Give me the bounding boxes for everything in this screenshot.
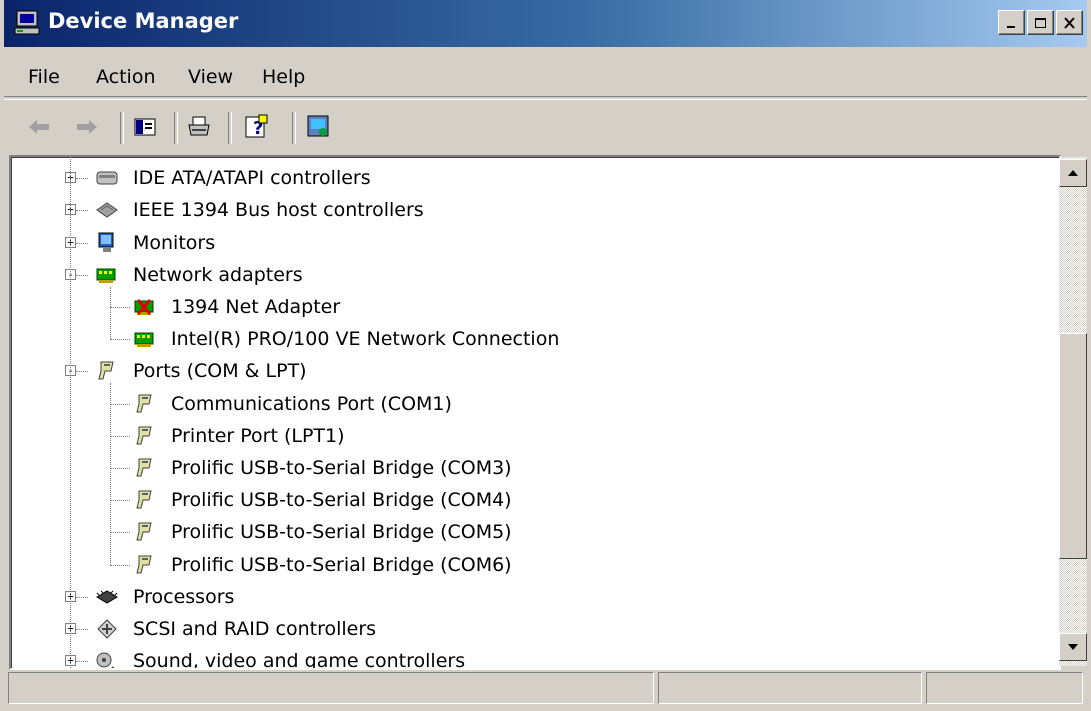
toolbar-separator (292, 112, 296, 144)
tree-item-label[interactable]: 1394 Net Adapter (171, 291, 340, 323)
close-button[interactable] (1056, 10, 1083, 35)
port-icon (136, 522, 152, 541)
forward-arrow-icon (77, 120, 97, 134)
tree-connector (110, 500, 130, 501)
maximize-button[interactable] (1027, 10, 1054, 35)
forward-button[interactable] (70, 110, 104, 144)
toolbar-separator (174, 112, 178, 144)
back-button[interactable] (22, 110, 56, 144)
minimize-button[interactable] (998, 10, 1025, 35)
tree-connector (110, 532, 130, 533)
tree-connector (110, 565, 130, 566)
tree-item-label[interactable]: Prolific USB-to-Serial Bridge (COM5) (171, 516, 512, 548)
tree-connector (110, 468, 130, 469)
print-icon (188, 116, 210, 136)
port-icon (136, 458, 152, 477)
tree-category[interactable] (11, 157, 1059, 189)
computer-icon (14, 10, 40, 35)
processor-icon (96, 590, 118, 604)
toolbar: ? (4, 99, 1087, 152)
menu-bar: File Action View Help (4, 56, 1087, 97)
tree-item-label[interactable]: IEEE 1394 Bus host controllers (133, 194, 424, 226)
vertical-scrollbar[interactable] (1059, 157, 1087, 666)
close-icon (1063, 16, 1075, 29)
tree-connector (76, 210, 88, 211)
device-tree[interactable]: + IDE ATA/ATAPI controllers + IEEE 1394 Bus… (9, 155, 1061, 670)
tree-connector (110, 383, 111, 565)
tree-item-label[interactable]: Ports (COM & LPT) (133, 355, 307, 387)
tree-connector (76, 243, 88, 244)
monitor-icon (98, 232, 114, 252)
tree-item-label[interactable]: Processors (133, 581, 234, 613)
port-icon (136, 394, 152, 413)
tree-item-label[interactable]: Communications Port (COM1) (171, 388, 452, 420)
up-arrow-icon (1068, 170, 1078, 176)
tree-item-label[interactable]: Prolific USB-to-Serial Bridge (COM6) (171, 549, 512, 581)
port-icon (136, 426, 152, 445)
scan-hardware-icon (307, 115, 329, 137)
tree-connector (76, 371, 88, 372)
menu-help[interactable]: Help (262, 66, 305, 88)
status-panel-2 (658, 672, 922, 704)
tree-item-label[interactable]: Sound, video and game controllers (133, 645, 465, 668)
tree-connector (70, 157, 71, 668)
sound-icon (96, 652, 115, 668)
scroll-thumb[interactable] (1059, 333, 1087, 559)
tree-item-label[interactable]: Network adapters (133, 259, 303, 291)
menu-file[interactable]: File (28, 66, 60, 88)
scroll-up-button[interactable] (1059, 159, 1087, 187)
ieee1394-icon (96, 202, 118, 218)
menu-action[interactable]: Action (96, 66, 156, 88)
port-icon (98, 361, 114, 380)
status-panel-1 (8, 672, 654, 704)
port-icon (136, 490, 152, 509)
tree-connector (110, 287, 111, 339)
scroll-down-button[interactable] (1059, 633, 1087, 661)
port-icon (136, 555, 152, 574)
title-bar[interactable]: Device Manager (4, 0, 1087, 47)
tree-item-label[interactable]: Monitors (133, 227, 215, 259)
maximize-icon (1034, 17, 1046, 28)
status-bar (4, 670, 1087, 707)
tree-item-label[interactable]: Prolific USB-to-Serial Bridge (COM4) (171, 484, 512, 516)
tree-item-label[interactable]: Prolific USB-to-Serial Bridge (COM3) (171, 452, 512, 484)
window-title: Device Manager (48, 9, 239, 33)
tree-item-label[interactable]: SCSI and RAID controllers (133, 613, 376, 645)
status-panel-3 (926, 672, 1083, 704)
scsi-icon (97, 619, 117, 639)
tree-connector (76, 275, 88, 276)
toolbar-separator (228, 112, 232, 144)
help-button[interactable]: ? (240, 110, 274, 144)
tree-item-label[interactable]: Printer Port (LPT1) (171, 420, 345, 452)
tree-connector (110, 307, 130, 308)
scan-hardware-button[interactable] (302, 110, 336, 144)
show-hide-console-tree-icon (134, 118, 156, 136)
tree-item-label[interactable]: Intel(R) PRO/100 VE Network Connection (171, 323, 559, 355)
network-adapter-disabled-icon (134, 299, 154, 315)
show-hide-tree-button[interactable] (128, 110, 162, 144)
tree-connector (110, 436, 130, 437)
down-arrow-icon (1068, 644, 1078, 650)
toolbar-separator (120, 112, 124, 144)
help-icon: ? (245, 114, 268, 139)
network-adapter-icon (96, 268, 116, 283)
tree-connector (76, 629, 88, 630)
back-arrow-icon (29, 120, 49, 134)
tree-connector (110, 404, 130, 405)
menu-view[interactable]: View (188, 66, 233, 88)
minimize-icon (1006, 25, 1015, 28)
tree-connector (76, 597, 88, 598)
print-button[interactable] (182, 110, 216, 144)
device-manager-window: Device Manager File Action View Help ? +… (0, 0, 1091, 711)
network-adapter-icon (134, 332, 154, 347)
tree-connector (110, 339, 130, 340)
tree-connector (76, 661, 88, 662)
